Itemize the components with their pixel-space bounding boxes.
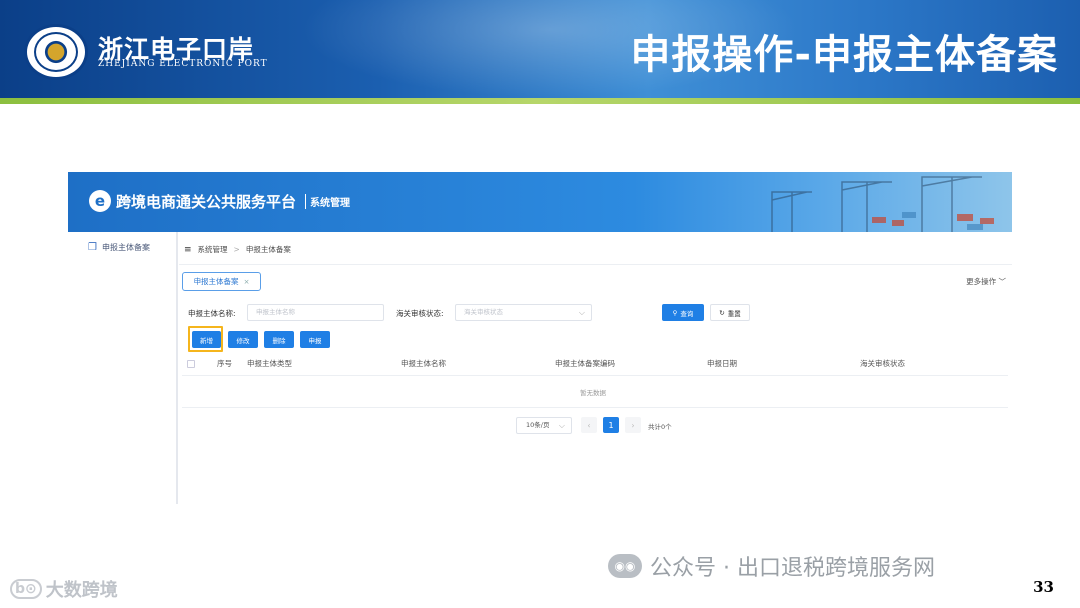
breadcrumb-item-current: 申报主体备案 (245, 245, 291, 254)
platform-module-name: 系统管理 (305, 194, 350, 209)
table-header-divider (182, 375, 1008, 376)
more-operations-label: 更多操作 (966, 277, 997, 286)
select-all-checkbox[interactable] (187, 360, 195, 368)
reset-button[interactable]: ↻ 重置 (710, 304, 750, 321)
table-bottom-divider (182, 407, 1008, 408)
port-cranes-background-image (771, 176, 994, 232)
sidebar: ❒ 申报主体备案 (68, 232, 178, 504)
banner-divider (0, 98, 1080, 104)
entity-name-input[interactable]: 申报主体名称 (247, 304, 384, 321)
empty-table-text: 暂无数据 (580, 389, 606, 397)
app-header: e 跨境电商通关公共服务平台 系统管理 (68, 172, 1012, 232)
column-header: 申报日期 (707, 359, 737, 368)
platform-title: 跨境电商通关公共服务平台 (116, 193, 297, 211)
sidebar-item-entity-filing[interactable]: ❒ 申报主体备案 (76, 236, 170, 258)
refresh-icon: ↻ (719, 308, 725, 317)
zhejiang-port-seal-logo (24, 24, 88, 80)
reset-button-label: 重置 (727, 309, 741, 318)
breadcrumb-item[interactable]: 系统管理 (198, 244, 228, 255)
entity-name-label: 申报主体名称: (188, 309, 236, 318)
column-header: 序号 (217, 359, 232, 368)
audit-status-placeholder: 海关审核状态 (464, 308, 503, 316)
chevron-down-icon: ⌵ (578, 308, 585, 317)
total-count: 共计0个 (648, 423, 672, 431)
slide-title: 申报操作-申报主体备案 (630, 32, 1058, 78)
tab-entity-filing[interactable]: 申报主体备案 × (182, 272, 261, 291)
sidebar-item-label: 申报主体备案 (101, 242, 150, 252)
wechat-icon: ◉◉ (608, 554, 642, 578)
logo-english-name: ZHEJIANG ELECTRONIC PORT (98, 59, 268, 69)
declare-button[interactable]: 申报 (300, 331, 330, 348)
watermark-right-text: 公众号 · 出口退税跨境服务网 (650, 556, 935, 581)
platform-logo-icon: e (89, 190, 111, 212)
divider (179, 264, 1012, 265)
audit-status-select[interactable]: 海关审核状态 ⌵ (455, 304, 592, 321)
app-screenshot: e 跨境电商通关公共服务平台 系统管理 ❒ 申报主体备案 ≡ 系统管理 > 申报… (68, 172, 1012, 504)
query-button[interactable]: ⚲ 查询 (662, 304, 704, 321)
column-header: 申报主体备案编码 (555, 359, 615, 368)
more-operations-dropdown[interactable]: 更多操作 ﹀ (966, 276, 1006, 287)
chevron-down-icon: ﹀ (998, 277, 1007, 286)
layers-icon: ❒ (88, 241, 97, 253)
search-icon: ⚲ (672, 308, 678, 317)
watermark-left-text: 大数跨境 (45, 580, 118, 601)
delete-button[interactable]: 删除 (264, 331, 294, 348)
page-number-button[interactable]: 1 (603, 417, 619, 433)
menu-toggle-icon[interactable]: ≡ (184, 245, 192, 255)
add-button[interactable]: 新增 (192, 331, 221, 348)
page-number: 33 (1033, 578, 1054, 596)
column-header: 申报主体类型 (247, 359, 292, 368)
chevron-down-icon: ⌵ (558, 421, 565, 430)
breadcrumb-separator: > (233, 245, 240, 254)
slide-banner: 浙江电子口岸 ZHEJIANG ELECTRONIC PORT 申报操作-申报主… (0, 0, 1080, 98)
column-header: 海关审核状态 (860, 359, 905, 368)
prev-page-button[interactable]: ‹ (581, 417, 597, 433)
next-page-button[interactable]: › (625, 417, 641, 433)
watermark-left: b⊙ 大数跨境 (10, 576, 118, 602)
page-size-select[interactable]: 10条/页 ⌵ (516, 417, 572, 434)
close-icon[interactable]: × (244, 278, 250, 286)
tab-label: 申报主体备案 (193, 277, 239, 286)
edit-button[interactable]: 修改 (228, 331, 258, 348)
page-size-value: 10条/页 (526, 421, 550, 429)
breadcrumb: ≡ 系统管理 > 申报主体备案 (184, 244, 291, 255)
audit-status-label: 海关审核状态: (396, 309, 444, 318)
column-header: 申报主体名称 (401, 359, 446, 368)
chat-logo-icon: b⊙ (10, 579, 42, 599)
watermark-right: ◉◉ 公众号 · 出口退税跨境服务网 (608, 550, 935, 582)
query-button-label: 查询 (680, 309, 694, 318)
slide: 浙江电子口岸 ZHEJIANG ELECTRONIC PORT 申报操作-申报主… (0, 0, 1080, 608)
